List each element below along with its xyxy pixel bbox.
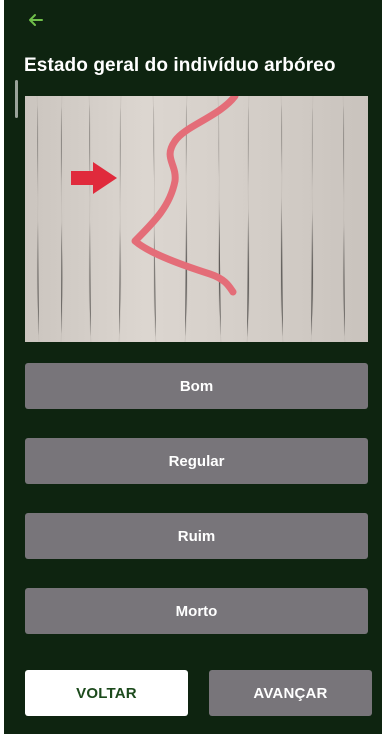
scroll-indicator bbox=[15, 80, 18, 118]
app-screen: Estado geral do indivíduo arbóreo Bom Re… bbox=[4, 0, 382, 734]
option-morto-button[interactable]: Morto bbox=[25, 588, 368, 634]
page-title: Estado geral do indivíduo arbóreo bbox=[24, 55, 336, 76]
avancar-button[interactable]: AVANÇAR bbox=[209, 670, 372, 716]
option-ruim-button[interactable]: Ruim bbox=[25, 513, 368, 559]
voltar-button[interactable]: VOLTAR bbox=[25, 670, 188, 716]
option-regular-button[interactable]: Regular bbox=[25, 438, 368, 484]
tree-trunk-photo bbox=[25, 96, 368, 342]
option-bom-button[interactable]: Bom bbox=[25, 363, 368, 409]
back-arrow-icon[interactable] bbox=[24, 8, 48, 32]
